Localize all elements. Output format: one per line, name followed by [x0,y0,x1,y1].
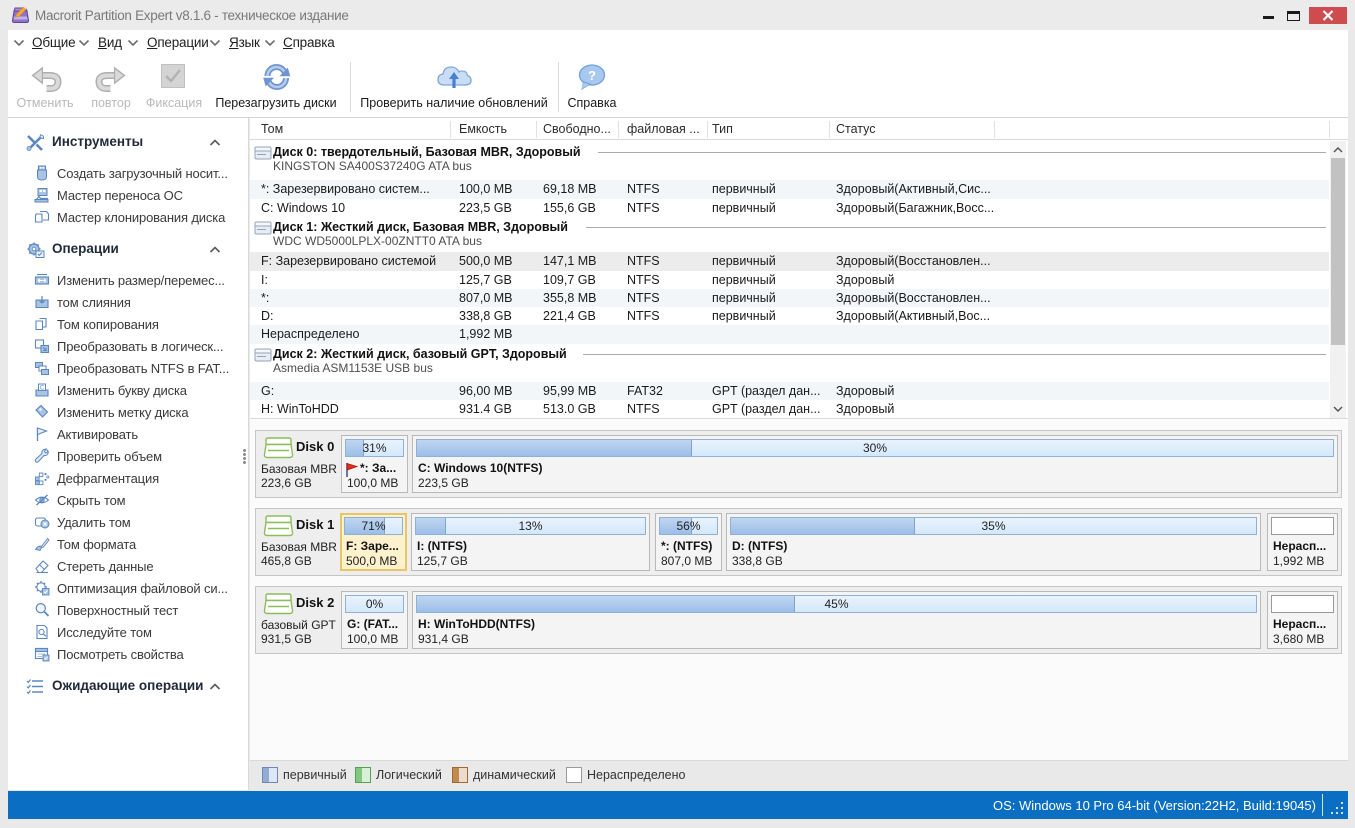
svg-text:?: ? [588,68,596,83]
svg-text:C: C [40,386,45,392]
